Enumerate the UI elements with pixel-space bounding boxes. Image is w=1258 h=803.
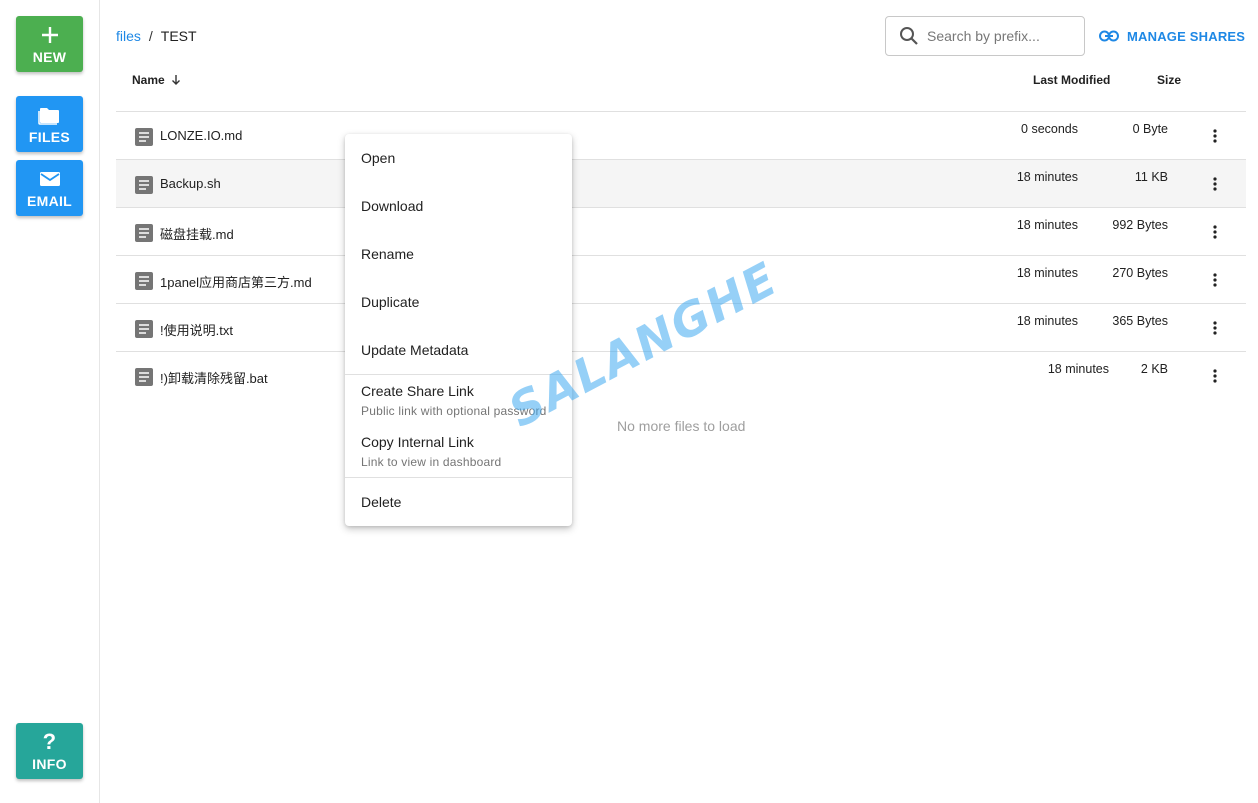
menu-item-delete-label: Delete <box>361 494 402 510</box>
context-menu: Open Download Rename Duplicate Update Me… <box>345 134 572 526</box>
file-list: LONZE.IO.md 0 seconds 0 Byte Backup.sh 1… <box>116 111 1246 399</box>
search-box[interactable] <box>885 16 1085 56</box>
file-modified: 18 minutes <box>1047 362 1109 376</box>
more-vert-icon[interactable] <box>1208 366 1222 386</box>
more-vert-icon[interactable] <box>1208 318 1222 338</box>
file-size: 0 Byte <box>1132 122 1168 136</box>
link-icon <box>1099 30 1119 42</box>
breadcrumb-separator: / <box>148 28 153 44</box>
file-name: !使用说明.txt <box>160 323 233 338</box>
file-icon <box>135 320 153 343</box>
file-icon <box>135 272 153 295</box>
files-button[interactable]: FILES <box>16 96 83 152</box>
menu-item-create-share-link-subtitle: Public link with optional password <box>361 404 547 418</box>
file-row[interactable]: 1panel应用商店第三方.md 18 minutes 270 Bytes <box>116 255 1246 303</box>
file-size: 11 KB <box>1134 170 1168 184</box>
email-button-label: EMAIL <box>26 192 73 209</box>
file-row[interactable]: Backup.sh 18 minutes 11 KB <box>116 159 1246 207</box>
menu-item-update-metadata[interactable]: Update Metadata <box>345 326 572 374</box>
new-button[interactable]: NEW <box>16 16 83 72</box>
menu-item-rename[interactable]: Rename <box>345 230 572 278</box>
file-modified: 18 minutes <box>1016 170 1078 184</box>
more-vert-icon[interactable] <box>1208 174 1222 194</box>
breadcrumb-root-link[interactable]: files <box>116 28 141 44</box>
sidebar: NEW FILES EMAIL ? INFO <box>0 0 100 803</box>
file-row[interactable]: 磁盘挂载.md 18 minutes 992 Bytes <box>116 207 1246 255</box>
mail-icon <box>39 168 61 190</box>
breadcrumb: files / TEST <box>116 28 197 44</box>
file-name: Backup.sh <box>160 176 221 191</box>
manage-shares-button[interactable]: MANAGE SHARES <box>1099 26 1245 46</box>
menu-item-create-share-link-label: Create Share Link <box>361 383 474 399</box>
file-icon <box>135 368 153 391</box>
file-modified: 0 seconds <box>1021 122 1078 136</box>
file-size: 2 KB <box>1140 362 1168 376</box>
search-icon <box>899 26 919 46</box>
more-vert-icon[interactable] <box>1208 222 1222 242</box>
folder-icon <box>37 104 62 126</box>
menu-item-rename-label: Rename <box>361 246 414 262</box>
menu-item-duplicate[interactable]: Duplicate <box>345 278 572 326</box>
no-more-files-text: No more files to load <box>617 418 746 434</box>
file-size: 270 Bytes <box>1112 266 1168 280</box>
file-name: LONZE.IO.md <box>160 128 243 143</box>
column-header-name-label: Name <box>132 73 165 87</box>
question-icon: ? <box>42 728 57 754</box>
menu-item-copy-internal-link-label: Copy Internal Link <box>361 434 474 450</box>
file-row[interactable]: !)卸载清除残留.bat 18 minutes 2 KB <box>116 351 1246 399</box>
menu-item-open[interactable]: Open <box>345 134 572 182</box>
file-size: 365 Bytes <box>1112 314 1168 328</box>
file-row[interactable]: LONZE.IO.md 0 seconds 0 Byte <box>116 111 1246 159</box>
file-icon <box>135 128 153 151</box>
menu-item-create-share-link[interactable]: Create Share Link Public link with optio… <box>345 375 572 425</box>
column-header-last-modified[interactable]: Last Modified <box>1033 73 1110 87</box>
column-header-size[interactable]: Size <box>1157 73 1181 87</box>
menu-item-open-label: Open <box>361 150 396 166</box>
file-name: 磁盘挂载.md <box>160 227 234 242</box>
menu-item-download[interactable]: Download <box>345 182 572 230</box>
breadcrumb-current: TEST <box>160 28 197 44</box>
column-header-name[interactable]: Name <box>132 73 181 87</box>
more-vert-icon[interactable] <box>1208 270 1222 290</box>
menu-item-copy-internal-link[interactable]: Copy Internal Link Link to view in dashb… <box>345 425 572 477</box>
file-row[interactable]: !使用说明.txt 18 minutes 365 Bytes <box>116 303 1246 351</box>
plus-icon <box>41 24 59 46</box>
file-modified: 18 minutes <box>1016 314 1078 328</box>
menu-item-copy-internal-link-subtitle: Link to view in dashboard <box>361 455 502 469</box>
file-modified: 18 minutes <box>1016 266 1078 280</box>
email-button[interactable]: EMAIL <box>16 160 83 216</box>
info-button[interactable]: ? INFO <box>16 723 83 779</box>
new-button-label: NEW <box>32 48 67 65</box>
menu-item-download-label: Download <box>361 198 424 214</box>
files-button-label: FILES <box>28 128 71 145</box>
file-icon <box>135 224 153 247</box>
file-name: !)卸载清除残留.bat <box>160 371 268 386</box>
file-size: 992 Bytes <box>1112 218 1168 232</box>
search-input[interactable] <box>927 28 1077 44</box>
file-icon <box>135 176 153 199</box>
more-vert-icon[interactable] <box>1208 126 1222 146</box>
menu-item-delete[interactable]: Delete <box>345 478 572 526</box>
file-name: 1panel应用商店第三方.md <box>160 275 312 290</box>
menu-item-update-metadata-label: Update Metadata <box>361 342 469 358</box>
manage-shares-label: MANAGE SHARES <box>1127 28 1246 44</box>
info-button-label: INFO <box>32 755 67 772</box>
arrow-down-icon <box>171 74 181 86</box>
file-modified: 18 minutes <box>1016 218 1078 232</box>
menu-item-duplicate-label: Duplicate <box>361 294 420 310</box>
